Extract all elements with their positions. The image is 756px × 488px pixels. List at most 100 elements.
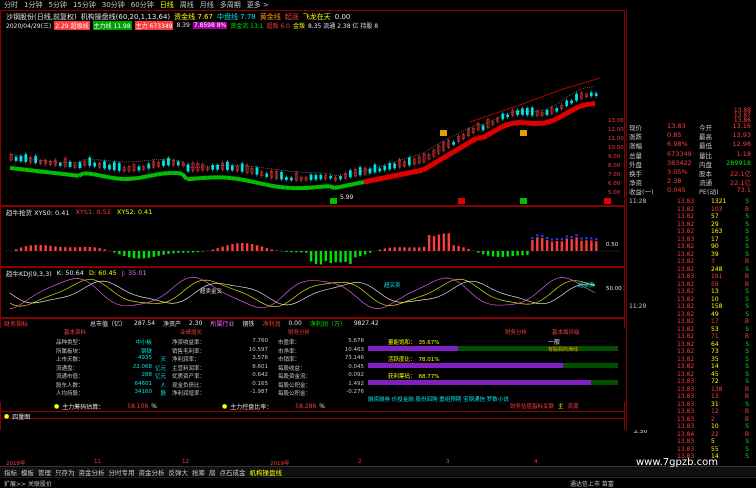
trend-band-segment xyxy=(359,182,364,183)
trend-band-segment xyxy=(492,130,497,133)
tick-side: B xyxy=(745,408,749,415)
tick-volume: 191 xyxy=(711,273,722,280)
tick-price: 13.82 xyxy=(677,333,694,340)
trend-band-segment xyxy=(330,186,335,188)
pane2-cap xyxy=(536,234,538,236)
tick-side: S xyxy=(745,348,749,355)
finance-value: 73.146 xyxy=(345,355,364,361)
candle-body xyxy=(394,164,396,168)
pane2-bar xyxy=(256,245,258,251)
pane2-bar xyxy=(30,245,32,251)
pane2-cap xyxy=(590,237,592,239)
finance-value: 0.092 xyxy=(348,372,364,378)
tick-side: S xyxy=(745,243,749,250)
period-tab-0[interactable]: 分时 xyxy=(4,0,18,10)
trend-band-segment xyxy=(507,124,512,125)
signal-marker xyxy=(604,198,611,204)
finance-value: 中小板 xyxy=(135,338,152,346)
trend-band-segment xyxy=(251,181,256,182)
trend-band-segment xyxy=(339,186,344,187)
period-tab-7[interactable]: 周线 xyxy=(180,0,194,10)
tick-price: 13.82 xyxy=(677,258,694,265)
bottom-tab-7[interactable]: 反弹大 xyxy=(169,467,189,477)
period-tab-3[interactable]: 15分钟 xyxy=(73,0,96,10)
pane2-bar xyxy=(133,251,135,258)
period-tab-10[interactable]: 更多 > xyxy=(247,0,269,10)
bar-fill xyxy=(368,346,458,351)
candle-body xyxy=(217,165,219,169)
period-tab-4[interactable]: 30分钟 xyxy=(102,0,125,10)
time-tick: 4 xyxy=(534,459,538,465)
pane2-header: 趋牛抢货 XYS0: 0.41 XYS1: 0.52 XYS2: 0.41 xyxy=(6,207,152,217)
pane2-bar xyxy=(35,245,37,251)
tick-side: B xyxy=(745,416,749,423)
pane2-cap xyxy=(561,238,563,240)
bottom-tab-1[interactable]: 模板 xyxy=(21,467,34,477)
tick-volume: 73 xyxy=(711,348,719,355)
bottom-tab-10[interactable]: 点石成金 xyxy=(220,467,246,477)
trend-band-segment xyxy=(497,127,502,130)
bottom-tab-5[interactable]: 分时专用 xyxy=(109,467,135,477)
tick-side: S xyxy=(745,423,749,430)
candle-body xyxy=(25,154,27,161)
pane2-bar xyxy=(162,251,164,255)
trend-band-segment xyxy=(35,171,40,172)
pane2-cap xyxy=(566,235,568,237)
tick-price: 13.83 xyxy=(677,446,694,453)
period-tab-6[interactable]: 日线 xyxy=(160,0,174,10)
tick-price: 13.83 xyxy=(677,393,694,400)
signal-marker xyxy=(458,198,465,204)
pane2-bar xyxy=(595,241,597,251)
trend-band-segment xyxy=(30,170,35,171)
trend-band-segment xyxy=(448,153,453,156)
period-tab-2[interactable]: 5分钟 xyxy=(48,0,66,10)
tick-side: B xyxy=(745,318,749,325)
trend-band-segment xyxy=(20,169,25,170)
bottom-tab-0[interactable]: 指标 xyxy=(4,467,17,477)
pane2-bar xyxy=(531,240,533,251)
pane2-bar xyxy=(295,251,297,252)
candle-body xyxy=(89,158,91,166)
pane2-bar xyxy=(453,245,455,251)
candle-body xyxy=(113,162,115,170)
trend-band-segment xyxy=(54,173,59,174)
trend-band-segment xyxy=(335,187,340,188)
bottom-tab-11[interactable]: 机构操盘线 xyxy=(250,467,283,477)
period-tab-5[interactable]: 60分钟 xyxy=(131,0,154,10)
time-tick: 3 xyxy=(446,459,450,465)
pane2-bar xyxy=(315,251,317,264)
pane2-cap xyxy=(556,238,558,240)
candle-body xyxy=(389,163,391,169)
bottom-tab-3[interactable]: 只存为 xyxy=(55,467,75,477)
signal-marker xyxy=(520,130,527,136)
pane2-bar xyxy=(389,248,391,251)
pane2-bar xyxy=(271,249,273,251)
finance-value: 5.676 xyxy=(348,338,364,344)
trend-band-segment xyxy=(379,178,384,179)
trend-band-segment xyxy=(585,104,590,105)
pane2-bar xyxy=(197,251,199,252)
pane2-bar xyxy=(433,236,435,251)
bottom-tab-8[interactable]: 抢筹 xyxy=(192,467,205,477)
quote-value: 6.98% xyxy=(667,140,688,148)
finance-value: 钢铁 xyxy=(141,347,152,355)
bottom-tab-6[interactable]: 资金分析 xyxy=(139,467,165,477)
pane2-bar xyxy=(285,251,287,252)
time-tick: 12 xyxy=(182,459,189,465)
tick-volume: 138 xyxy=(711,386,722,393)
pane2-bar xyxy=(320,251,322,264)
bottom-tab-4[interactable]: 资金分析 xyxy=(79,467,105,477)
tick-volume: 158 xyxy=(711,303,722,310)
period-tab-8[interactable]: 月线 xyxy=(200,0,214,10)
pane2-bar xyxy=(457,246,459,251)
bottom-tab-2[interactable]: 管理 xyxy=(38,467,51,477)
period-tab-9[interactable]: 多周期 xyxy=(220,0,241,10)
trend-band-segment xyxy=(482,135,487,138)
pane2-bar xyxy=(236,243,238,251)
quote-value2: 289918 xyxy=(726,159,751,167)
quote-value2: 73.1 xyxy=(737,186,751,194)
bar-label: 获利筹码：88.77% xyxy=(388,372,440,380)
bottom-tab-9[interactable]: 扇 xyxy=(209,467,216,477)
tick-volume: 103 xyxy=(711,206,722,213)
period-tab-1[interactable]: 1分钟 xyxy=(24,0,42,10)
